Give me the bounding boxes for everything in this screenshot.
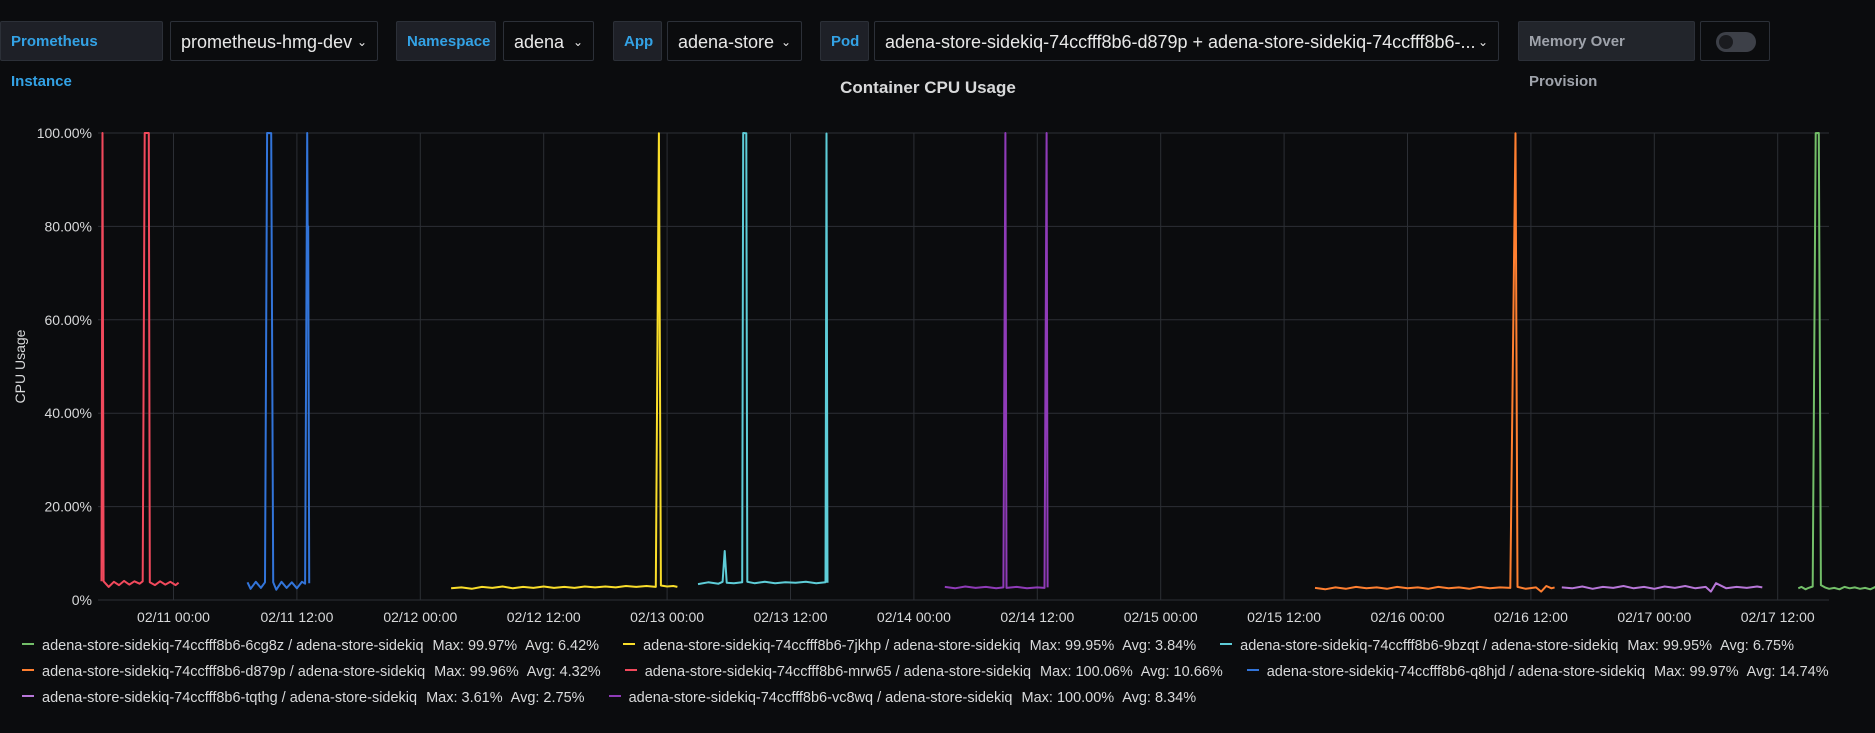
legend-item[interactable]: adena-store-sidekiq-74ccfff8b6-vc8wq / a… [608, 690, 1205, 706]
legend-row: adena-store-sidekiq-74ccfff8b6-6cg8z / a… [22, 638, 1818, 660]
prometheus-instance-select[interactable]: prometheus-hmg-dev ⌄ [170, 21, 378, 61]
series-line-2 [451, 132, 678, 590]
y-axis-label: CPU Usage [12, 329, 28, 403]
legend-max-value: Max: 99.97% [1654, 664, 1739, 680]
legend-series-name: adena-store-sidekiq-74ccfff8b6-tqthg / a… [42, 690, 418, 706]
legend-avg-value: Avg: 6.42% [525, 638, 600, 654]
x-tick-label: 02/15 00:00 [1124, 609, 1198, 625]
x-tick-label: 02/14 00:00 [877, 609, 951, 625]
legend-series-name: adena-store-sidekiq-74ccfff8b6-6cg8z / a… [42, 638, 424, 654]
series-line-6 [246, 132, 311, 591]
legend-swatch [623, 643, 636, 646]
legend-series-name: adena-store-sidekiq-74ccfff8b6-mrw65 / a… [644, 664, 1032, 680]
legend-series-name: adena-store-sidekiq-74ccfff8b6-7jkhp / a… [643, 638, 1021, 654]
x-tick-label: 02/12 00:00 [383, 609, 457, 625]
legend-swatch [1220, 643, 1233, 646]
legend-max-value: Max: 100.00% [1021, 690, 1115, 706]
legend-item[interactable]: adena-store-sidekiq-74ccfff8b6-7jkhp / a… [623, 638, 1204, 654]
legend-max-value: Max: 100.06% [1040, 664, 1133, 680]
pod-label: Pod [820, 21, 869, 61]
legend-swatch [608, 695, 621, 698]
series-line-4 [1314, 132, 1555, 593]
memory-over-provision-toggle-box [1700, 21, 1770, 61]
y-tick-label: 40.00% [45, 405, 92, 421]
x-tick-label: 02/17 00:00 [1617, 609, 1691, 625]
toggle-knob [1719, 35, 1733, 49]
legend-max-value: Max: 99.95% [1627, 638, 1713, 654]
legend-max-value: Max: 99.95% [1029, 638, 1115, 654]
legend-swatch [22, 695, 34, 698]
variables-toolbar: Prometheus Instance prometheus-hmg-dev ⌄… [0, 21, 1875, 90]
legend-avg-value: Avg: 6.75% [1720, 638, 1794, 654]
legend-row: adena-store-sidekiq-74ccfff8b6-d879p / a… [22, 664, 1853, 686]
legend-item[interactable]: adena-store-sidekiq-74ccfff8b6-mrw65 / a… [624, 664, 1231, 680]
chevron-down-icon: ⌄ [356, 35, 367, 49]
legend-item[interactable]: adena-store-sidekiq-74ccfff8b6-9bzqt / a… [1220, 638, 1802, 654]
x-tick-label: 02/13 00:00 [630, 609, 704, 625]
series-line-8 [944, 132, 1049, 590]
namespace-label: Namespace [396, 21, 496, 61]
memory-over-provision-label: Memory Over Provision [1518, 21, 1695, 90]
legend-avg-value: Avg: 3.84% [1122, 638, 1197, 654]
legend-avg-value: Avg: 4.32% [526, 664, 601, 680]
namespace-value: adena [514, 32, 565, 52]
legend-swatch [22, 643, 34, 646]
chevron-down-icon: ⌄ [1477, 35, 1488, 49]
legend-max-value: Max: 99.97% [432, 638, 518, 654]
series-line-1 [1797, 132, 1875, 591]
y-tick-label: 100.00% [37, 125, 92, 141]
legend-avg-value: Avg: 2.75% [510, 690, 585, 706]
y-tick-label: 60.00% [45, 312, 92, 328]
legend-series-name: adena-store-sidekiq-74ccfff8b6-q8hjd / a… [1266, 664, 1646, 680]
legend-item[interactable]: adena-store-sidekiq-74ccfff8b6-q8hjd / a… [1246, 664, 1837, 680]
legend-series-name: adena-store-sidekiq-74ccfff8b6-d879p / a… [42, 664, 426, 680]
y-tick-label: 0% [72, 592, 92, 608]
app-value: adena-store [678, 32, 775, 52]
legend-series-name: adena-store-sidekiq-74ccfff8b6-vc8wq / a… [628, 690, 1013, 706]
prometheus-instance-value: prometheus-hmg-dev [181, 32, 353, 52]
x-tick-label: 02/16 12:00 [1494, 609, 1568, 625]
legend-max-value: Max: 99.96% [434, 664, 519, 680]
x-tick-label: 02/15 12:00 [1247, 609, 1321, 625]
x-tick-label: 02/17 12:00 [1741, 609, 1815, 625]
cpu-usage-chart: Container CPU Usage CPU Usage 0% 20.00% 40.0… [12, 78, 1875, 625]
x-tick-label: 02/13 12:00 [754, 609, 828, 625]
memory-over-provision-toggle[interactable] [1716, 32, 1756, 52]
app-label: App [613, 21, 662, 61]
legend-item[interactable]: adena-store-sidekiq-74ccfff8b6-tqthg / a… [22, 690, 593, 706]
pod-value: adena-store-sidekiq-74ccfff8b6-d879p + a… [885, 32, 1476, 52]
prometheus-instance-label: Prometheus Instance [0, 21, 163, 90]
legend-avg-value: Avg: 14.74% [1746, 664, 1829, 680]
series-line-7 [1561, 582, 1763, 593]
y-tick-label: 20.00% [45, 499, 92, 515]
legend-swatch [22, 669, 34, 672]
chevron-down-icon: ⌄ [780, 35, 791, 49]
x-tick-label: 02/11 12:00 [260, 609, 333, 625]
chart-title: Container CPU Usage [840, 78, 1016, 97]
x-tick-label: 02/12 12:00 [507, 609, 581, 625]
legend-item[interactable]: adena-store-sidekiq-74ccfff8b6-d879p / a… [22, 664, 609, 680]
legend-item[interactable]: adena-store-sidekiq-74ccfff8b6-6cg8z / a… [22, 638, 607, 654]
x-tick-label: 02/14 12:00 [1000, 609, 1074, 625]
series-line-3 [697, 132, 829, 586]
legend-series-name: adena-store-sidekiq-74ccfff8b6-9bzqt / a… [1240, 638, 1619, 654]
legend-row: adena-store-sidekiq-74ccfff8b6-tqthg / a… [22, 690, 1220, 712]
x-tick-label: 02/11 00:00 [137, 609, 210, 625]
x-tick-label: 02/16 00:00 [1371, 609, 1445, 625]
y-tick-label: 80.00% [45, 218, 92, 234]
legend-swatch [624, 669, 637, 672]
legend-avg-value: Avg: 8.34% [1122, 690, 1197, 706]
app-select[interactable]: adena-store ⌄ [667, 21, 802, 61]
legend-swatch [1246, 669, 1259, 672]
series-line-5 [100, 132, 180, 588]
chevron-down-icon: ⌄ [572, 35, 583, 49]
pod-select[interactable]: adena-store-sidekiq-74ccfff8b6-d879p + a… [874, 21, 1499, 61]
legend-max-value: Max: 3.61% [426, 690, 503, 706]
namespace-select[interactable]: adena ⌄ [503, 21, 594, 61]
legend-avg-value: Avg: 10.66% [1140, 664, 1223, 680]
